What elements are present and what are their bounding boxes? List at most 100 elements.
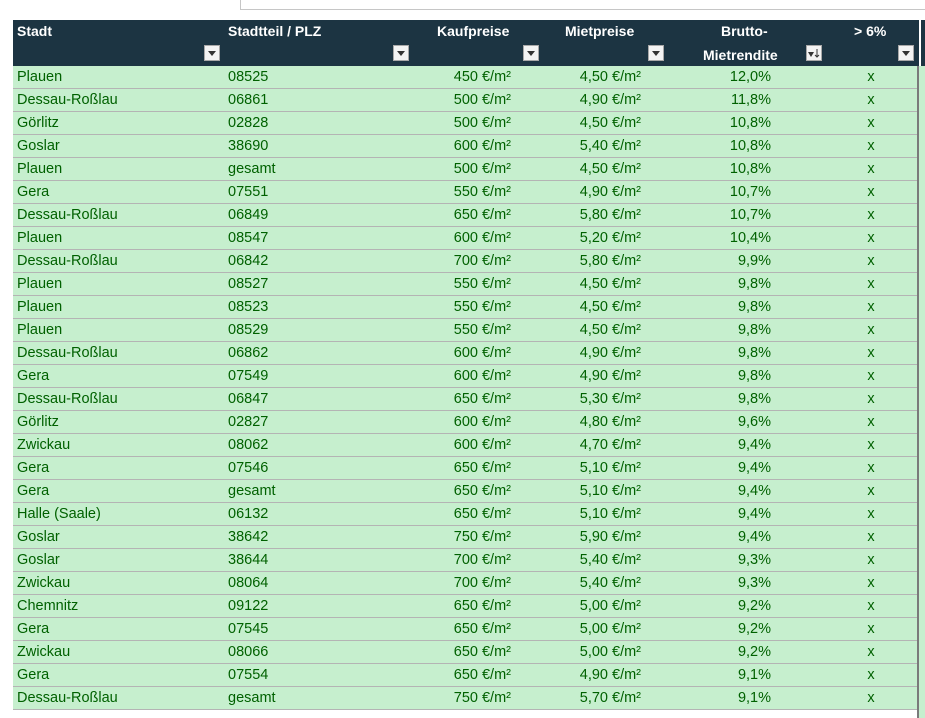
- cell-rendite[interactable]: 9,4%: [703, 528, 771, 546]
- cell-mietpreis[interactable]: 5,40 €/m²: [543, 574, 641, 592]
- cell-kaufpreis[interactable]: 700 €/m²: [393, 551, 511, 569]
- table-row[interactable]: Gera gesamt 650 €/m² 5,10 €/m² 9,4% x: [13, 480, 919, 503]
- cell-over-6[interactable]: x: [861, 666, 881, 684]
- cell-kaufpreis[interactable]: 650 €/m²: [393, 459, 511, 477]
- cell-over-6[interactable]: x: [861, 137, 881, 155]
- cell-kaufpreis[interactable]: 500 €/m²: [393, 114, 511, 132]
- cell-kaufpreis[interactable]: 650 €/m²: [393, 666, 511, 684]
- cell-plz[interactable]: 08547: [228, 229, 268, 247]
- cell-plz[interactable]: 07546: [228, 459, 268, 477]
- cell-rendite[interactable]: 12,0%: [703, 68, 771, 86]
- cell-stadt[interactable]: Gera: [17, 620, 49, 638]
- cell-stadt[interactable]: Zwickau: [17, 574, 70, 592]
- cell-mietpreis[interactable]: 5,30 €/m²: [543, 390, 641, 408]
- cell-over-6[interactable]: x: [861, 229, 881, 247]
- cell-kaufpreis[interactable]: 600 €/m²: [393, 367, 511, 385]
- table-row[interactable]: Dessau-Roßlau 06847 650 €/m² 5,30 €/m² 9,8% x: [13, 388, 919, 411]
- cell-stadt[interactable]: Zwickau: [17, 436, 70, 454]
- cell-over-6[interactable]: x: [861, 528, 881, 546]
- cell-rendite[interactable]: 10,8%: [703, 160, 771, 178]
- cell-over-6[interactable]: x: [861, 183, 881, 201]
- cell-rendite[interactable]: 9,4%: [703, 505, 771, 523]
- cell-rendite[interactable]: 9,3%: [703, 574, 771, 592]
- cell-over-6[interactable]: x: [861, 597, 881, 615]
- cell-mietpreis[interactable]: 5,80 €/m²: [543, 252, 641, 270]
- cell-over-6[interactable]: x: [861, 160, 881, 178]
- cell-rendite[interactable]: 9,3%: [703, 551, 771, 569]
- table-row[interactable]: Goslar 38644 700 €/m² 5,40 €/m² 9,3% x: [13, 549, 919, 572]
- cell-over-6[interactable]: x: [861, 275, 881, 293]
- cell-mietpreis[interactable]: 4,70 €/m²: [543, 436, 641, 454]
- table-row[interactable]: Chemnitz 09122 650 €/m² 5,00 €/m² 9,2% x: [13, 595, 919, 618]
- table-row[interactable]: Halle (Saale) 06132 650 €/m² 5,10 €/m² 9,4% x: [13, 503, 919, 526]
- table-row[interactable]: Plauen 08523 550 €/m² 4,50 €/m² 9,8% x: [13, 296, 919, 319]
- cell-plz[interactable]: gesamt: [228, 482, 276, 500]
- cell-stadt[interactable]: Zwickau: [17, 643, 70, 661]
- table-row[interactable]: Gera 07551 550 €/m² 4,90 €/m² 10,7% x: [13, 181, 919, 204]
- cell-plz[interactable]: 07551: [228, 183, 268, 201]
- cell-plz[interactable]: 08066: [228, 643, 268, 661]
- table-row[interactable]: Dessau-Roßlau gesamt 750 €/m² 5,70 €/m² 9,1%…: [13, 687, 919, 710]
- filter-stadt-button[interactable]: [204, 45, 220, 61]
- cell-kaufpreis[interactable]: 600 €/m²: [393, 436, 511, 454]
- sort-rendite-button[interactable]: [806, 45, 822, 61]
- cell-plz[interactable]: 08523: [228, 298, 268, 316]
- table-row[interactable]: Goslar 38642 750 €/m² 5,90 €/m² 9,4% x: [13, 526, 919, 549]
- cell-rendite[interactable]: 9,6%: [703, 413, 771, 431]
- table-row[interactable]: Dessau-Roßlau 06849 650 €/m² 5,80 €/m² 10,7%…: [13, 204, 919, 227]
- cell-rendite[interactable]: 9,2%: [703, 620, 771, 638]
- table-row[interactable]: Zwickau 08066 650 €/m² 5,00 €/m² 9,2% x: [13, 641, 919, 664]
- cell-stadt[interactable]: Halle (Saale): [17, 505, 101, 523]
- cell-kaufpreis[interactable]: 550 €/m²: [393, 321, 511, 339]
- cell-mietpreis[interactable]: 4,90 €/m²: [543, 91, 641, 109]
- cell-stadt[interactable]: Dessau-Roßlau: [17, 91, 118, 109]
- cell-rendite[interactable]: 11,8%: [703, 91, 771, 109]
- cell-plz[interactable]: 06847: [228, 390, 268, 408]
- cell-rendite[interactable]: 9,2%: [703, 643, 771, 661]
- cell-stadt[interactable]: Goslar: [17, 551, 60, 569]
- cell-stadt[interactable]: Görlitz: [17, 413, 59, 431]
- cell-kaufpreis[interactable]: 650 €/m²: [393, 597, 511, 615]
- cell-over-6[interactable]: x: [861, 482, 881, 500]
- cell-rendite[interactable]: 9,8%: [703, 298, 771, 316]
- cell-stadt[interactable]: Gera: [17, 183, 49, 201]
- table-row[interactable]: Plauen 08527 550 €/m² 4,50 €/m² 9,8% x: [13, 273, 919, 296]
- cell-rendite[interactable]: 10,8%: [703, 137, 771, 155]
- cell-rendite[interactable]: 9,4%: [703, 459, 771, 477]
- cell-stadt[interactable]: Dessau-Roßlau: [17, 344, 118, 362]
- cell-plz[interactable]: 07554: [228, 666, 268, 684]
- cell-over-6[interactable]: x: [861, 206, 881, 224]
- cell-rendite[interactable]: 9,8%: [703, 275, 771, 293]
- cell-rendite[interactable]: 10,4%: [703, 229, 771, 247]
- cell-mietpreis[interactable]: 5,90 €/m²: [543, 528, 641, 546]
- cell-rendite[interactable]: 9,8%: [703, 344, 771, 362]
- cell-stadt[interactable]: Plauen: [17, 160, 62, 178]
- table-row[interactable]: Dessau-Roßlau 06842 700 €/m² 5,80 €/m² 9,9% x: [13, 250, 919, 273]
- cell-over-6[interactable]: x: [861, 413, 881, 431]
- cell-stadt[interactable]: Gera: [17, 666, 49, 684]
- cell-mietpreis[interactable]: 5,00 €/m²: [543, 620, 641, 638]
- cell-plz[interactable]: 06862: [228, 344, 268, 362]
- table-row[interactable]: Plauen gesamt 500 €/m² 4,50 €/m² 10,8% x: [13, 158, 919, 181]
- cell-rendite[interactable]: 9,1%: [703, 689, 771, 707]
- cell-over-6[interactable]: x: [861, 321, 881, 339]
- cell-kaufpreis[interactable]: 700 €/m²: [393, 252, 511, 270]
- cell-rendite[interactable]: 10,7%: [703, 206, 771, 224]
- cell-stadt[interactable]: Chemnitz: [17, 597, 78, 615]
- cell-stadt[interactable]: Plauen: [17, 298, 62, 316]
- cell-mietpreis[interactable]: 5,10 €/m²: [543, 459, 641, 477]
- cell-over-6[interactable]: x: [861, 298, 881, 316]
- cell-plz[interactable]: 08062: [228, 436, 268, 454]
- cell-plz[interactable]: 08527: [228, 275, 268, 293]
- table-row[interactable]: Plauen 08547 600 €/m² 5,20 €/m² 10,4% x: [13, 227, 919, 250]
- table-row[interactable]: Zwickau 08064 700 €/m² 5,40 €/m² 9,3% x: [13, 572, 919, 595]
- cell-mietpreis[interactable]: 4,80 €/m²: [543, 413, 641, 431]
- cell-kaufpreis[interactable]: 750 €/m²: [393, 689, 511, 707]
- cell-over-6[interactable]: x: [861, 68, 881, 86]
- cell-over-6[interactable]: x: [861, 620, 881, 638]
- cell-rendite[interactable]: 9,4%: [703, 436, 771, 454]
- cell-kaufpreis[interactable]: 550 €/m²: [393, 298, 511, 316]
- table-row[interactable]: Dessau-Roßlau 06862 600 €/m² 4,90 €/m² 9,8% x: [13, 342, 919, 365]
- cell-kaufpreis[interactable]: 700 €/m²: [393, 574, 511, 592]
- cell-rendite[interactable]: 9,8%: [703, 390, 771, 408]
